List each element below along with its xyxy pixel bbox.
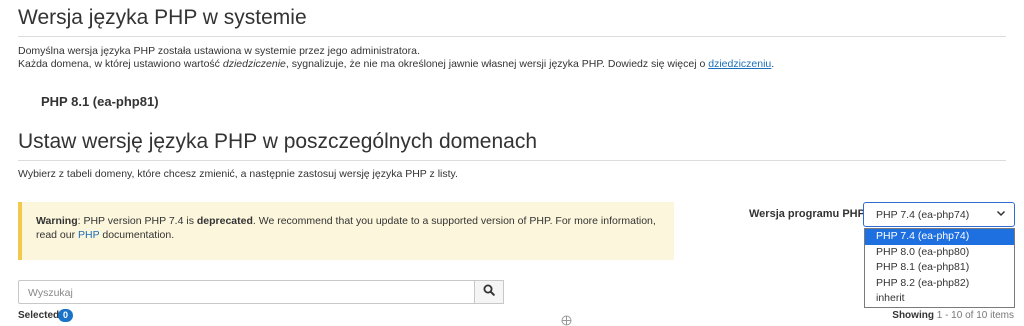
php-option[interactable]: PHP 7.4 (ea-php74) (865, 229, 1014, 245)
inheritance-link[interactable]: dziedziczeniu (708, 58, 771, 70)
description-line-2: Każda domena, w której ustawiono wartość… (18, 58, 774, 71)
php-option[interactable]: PHP 8.1 (ea-php81) (865, 260, 1014, 276)
php-version-value: PHP 7.4 (ea-php74) (876, 209, 970, 221)
description-line-1: Domyślna wersja języka PHP została ustaw… (18, 45, 420, 57)
divider (18, 36, 1006, 37)
warning-text: : PHP version PHP 7.4 is (77, 215, 197, 227)
instructions: Wybierz z tabeli domeny, które chcesz zm… (18, 168, 458, 180)
warning-label: Warning (36, 215, 78, 227)
pagination-info: Showing 1 - 10 of 10 items (892, 310, 1014, 321)
warning-emphasis: deprecated (196, 215, 253, 227)
php-option[interactable]: inherit (865, 291, 1014, 307)
php-docs-link[interactable]: PHP (78, 229, 99, 241)
selected-label: Selected (18, 310, 60, 321)
system-php-description: Domyślna wersja języka PHP została ustaw… (18, 45, 774, 71)
page-title: Wersja języka PHP w systemie (18, 6, 307, 29)
php-version-dropdown: PHP 7.4 (ea-php74) PHP 8.0 (ea-php80) PH… (864, 228, 1015, 308)
section-title: Ustaw wersję języka PHP w poszczególnych… (18, 130, 538, 153)
showing-label: Showing (892, 310, 934, 321)
chevron-down-icon (996, 208, 1006, 221)
php-option[interactable]: PHP 8.2 (ea-php82) (865, 276, 1014, 292)
selected-count-badge: 0 (58, 309, 73, 322)
search-input[interactable]: Wyszukaj (18, 280, 475, 304)
search-button[interactable] (474, 280, 504, 304)
deprecation-warning: Warning: PHP version PHP 7.4 is deprecat… (18, 202, 674, 260)
php-version-select[interactable]: PHP 7.4 (ea-php74) (863, 202, 1015, 227)
description-text: . (771, 58, 775, 70)
description-text: Każda domena, w której ustawiono wartość (18, 58, 223, 70)
php-option[interactable]: PHP 8.0 (ea-php80) (865, 245, 1014, 261)
php-version-label: Wersja programu PHP (749, 208, 865, 220)
inherit-term: dziedziczenie (222, 58, 286, 70)
search-icon (483, 283, 495, 301)
move-icon (561, 313, 572, 326)
description-text: , sygnalizuje, że nie ma określonej jawn… (285, 58, 709, 70)
showing-range: 1 - 10 of 10 items (933, 310, 1014, 321)
warning-text: documentation. (99, 229, 175, 241)
current-php-version: PHP 8.1 (ea-php81) (41, 94, 159, 109)
divider (18, 160, 1006, 161)
